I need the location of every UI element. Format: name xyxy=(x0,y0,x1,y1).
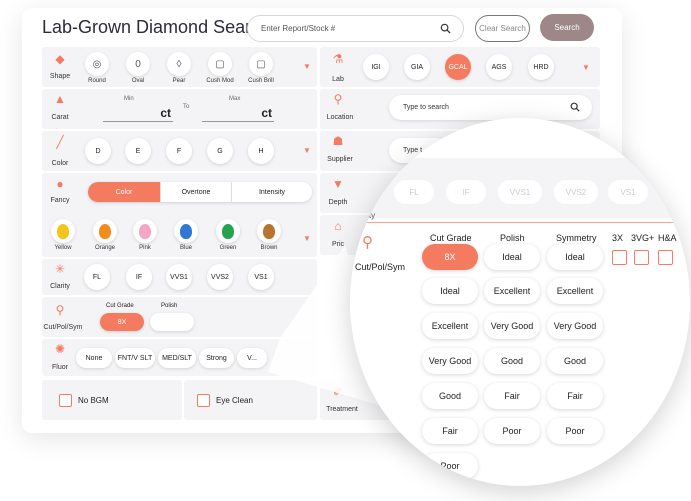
lens-cut-very-good[interactable]: Very Good xyxy=(422,348,478,374)
lens-sym-good[interactable]: Good xyxy=(547,348,603,374)
lens-ha-header: H&A xyxy=(658,233,677,243)
lens-3vg-header: 3VG+ xyxy=(631,233,655,243)
lens-3x-checkbox[interactable] xyxy=(612,250,627,265)
lens-cut-fair[interactable]: Fair xyxy=(422,418,478,444)
lens-polish-good[interactable]: Good xyxy=(484,348,540,374)
lens-cut-poor[interactable]: Poor xyxy=(422,453,478,479)
lens-cutpolsym-label: Cut/Pol/Sym xyxy=(355,262,406,272)
lens-cut-header: Cut Grade xyxy=(430,233,472,243)
lens-polish-excellent[interactable]: Excellent xyxy=(484,278,540,304)
lens-faint-if: IF xyxy=(446,180,486,204)
lens-cutpolsym-icon: ⚲ xyxy=(362,234,373,251)
lens-polish-fair[interactable]: Fair xyxy=(484,383,540,409)
lens-3x-header: 3X xyxy=(612,233,624,243)
lens-clarity-label: arity xyxy=(360,211,376,220)
lens-divider xyxy=(350,222,690,223)
lens-cut-excellent[interactable]: Excellent xyxy=(422,313,478,339)
lens-sym-very-good[interactable]: Very Good xyxy=(547,313,603,339)
lens-faint-vvs2: VVS2 xyxy=(554,180,598,204)
lens-sym-fair[interactable]: Fair xyxy=(547,383,603,409)
lens-polish-very-good[interactable]: Very Good xyxy=(484,313,540,339)
lens-faint-vs1: VS1 xyxy=(608,180,648,204)
lens-ha-checkbox[interactable] xyxy=(658,250,673,265)
lens-polish-poor[interactable]: Poor xyxy=(484,418,540,444)
lens-cut-ideal[interactable]: Ideal xyxy=(422,278,478,304)
lens-polish-header: Polish xyxy=(500,233,525,243)
lens-polish-ideal[interactable]: Ideal xyxy=(484,244,540,270)
lens-faint-vvs1: VVS1 xyxy=(498,180,542,204)
lens-sym-poor[interactable]: Poor xyxy=(547,418,603,444)
lens-sym-excellent[interactable]: Excellent xyxy=(547,278,603,304)
lens-sym-ideal[interactable]: Ideal xyxy=(547,244,603,270)
lens-symmetry-header: Symmetry xyxy=(556,233,597,243)
lens-cut-8x[interactable]: 8X xyxy=(422,244,478,270)
magnifier-lens: FL IF VVS1 VVS2 VS1 arity ⚲ Cut/Pol/Sym … xyxy=(350,118,690,486)
lens-3vg-checkbox[interactable] xyxy=(634,250,649,265)
lens-cut-good[interactable]: Good xyxy=(422,383,478,409)
lens-faint-fl: FL xyxy=(394,180,434,204)
